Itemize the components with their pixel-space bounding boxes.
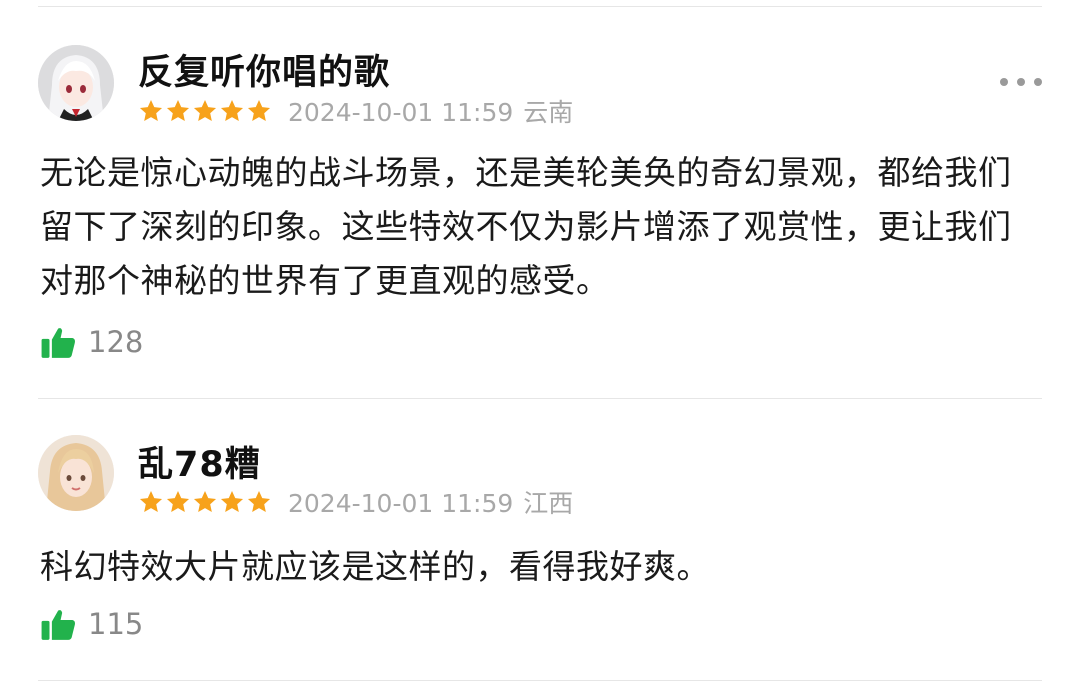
top-divider <box>38 6 1042 7</box>
username[interactable]: 反复听你唱的歌 <box>138 44 390 95</box>
avatar[interactable] <box>38 435 114 511</box>
star-icon <box>166 490 190 512</box>
review-meta: 2024-10-01 11:59 云南 <box>138 95 583 127</box>
like-count: 115 <box>88 607 144 641</box>
anime-girl-avatar-icon <box>38 45 114 121</box>
review-text: 无论是惊心动魄的战斗场景，还是美轮美奂的奇幻景观，都给我们留下了深刻的印象。这些… <box>40 153 1012 300</box>
star-rating <box>138 489 272 515</box>
username[interactable]: 乱78糟 <box>138 436 261 487</box>
star-icon <box>220 490 244 512</box>
star-icon <box>139 99 163 121</box>
review-location: 江西 <box>523 489 574 518</box>
review-datetime: 2024-10-01 11:59 <box>288 98 514 127</box>
thumbs-up-icon <box>41 610 75 640</box>
more-dot <box>1034 78 1042 86</box>
review-meta: 2024-10-01 11:59 江西 <box>138 486 583 518</box>
star-icon <box>166 99 190 121</box>
more-options-button[interactable] <box>1000 70 1042 94</box>
avatar[interactable] <box>38 45 114 121</box>
review-location: 云南 <box>523 98 574 127</box>
bottom-divider <box>38 680 1042 681</box>
review-text: 科幻特效大片就应该是这样的，看得我好爽。 <box>40 547 710 586</box>
star-icon <box>193 490 217 512</box>
blonde-girl-avatar-icon <box>38 435 114 511</box>
star-icon <box>220 99 244 121</box>
more-dot <box>1017 78 1025 86</box>
star-icon <box>247 99 271 121</box>
review-meta-text: 2024-10-01 11:59 江西 <box>288 484 583 520</box>
like-button[interactable]: 115 <box>40 604 143 644</box>
like-count: 128 <box>88 325 144 359</box>
more-dots-icon <box>1000 78 1008 86</box>
review-datetime: 2024-10-01 11:59 <box>288 489 514 518</box>
review-divider <box>38 398 1042 399</box>
review-meta-text: 2024-10-01 11:59 云南 <box>288 93 583 129</box>
like-button[interactable]: 128 <box>40 322 143 362</box>
star-icon <box>139 490 163 512</box>
star-icon <box>247 490 271 512</box>
star-rating <box>138 98 272 124</box>
star-icon <box>193 99 217 121</box>
thumbs-up-icon <box>41 328 75 358</box>
